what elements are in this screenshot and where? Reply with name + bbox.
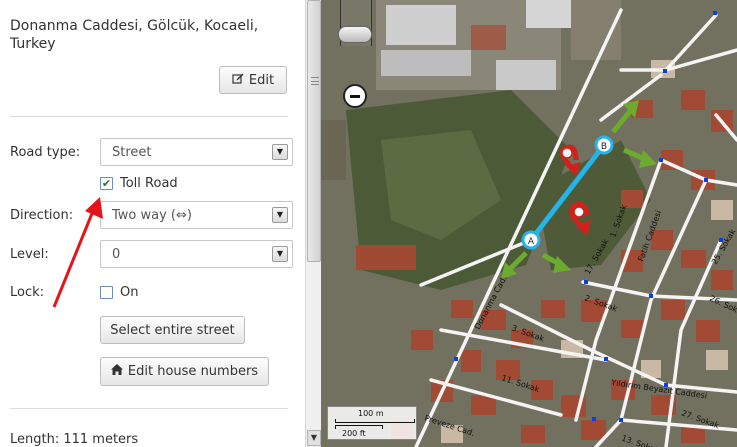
select-street-label: Select entire street (110, 322, 235, 338)
segment-edit-panel: Donanma Caddesi, Gölcük, Kocaeli, Turkey… (0, 0, 305, 447)
map-imagery: Donanma Cad. 2. Sokak 3. Sokak 1. Sokak … (321, 0, 737, 447)
scroll-down-arrow-icon[interactable]: ▼ (307, 430, 321, 446)
map-scale: 100 m 200 ft (327, 406, 417, 440)
road-type-label: Road type: (10, 145, 81, 160)
edit-address-button[interactable]: Edit (219, 66, 287, 94)
level-value: 0 (112, 247, 121, 262)
scale-metric: 100 m (358, 409, 384, 418)
scrollbar-thumb[interactable] (307, 0, 321, 262)
toll-road-label: Toll Road (120, 176, 178, 191)
pencil-icon (232, 72, 244, 88)
level-label: Level: (10, 247, 49, 262)
segment-length: Length: 111 meters (10, 432, 139, 447)
level-select[interactable]: 0 ▼ (100, 240, 293, 268)
road-type-value: Street (112, 145, 152, 160)
lock-label: Lock: (10, 285, 45, 300)
edit-house-numbers-button[interactable]: Edit house numbers (100, 357, 269, 386)
node-a-label: A (528, 237, 535, 247)
toll-road-checkbox[interactable]: ✔ (100, 177, 113, 190)
edit-house-numbers-label: Edit house numbers (127, 364, 259, 379)
road-type-select[interactable]: Street ▼ (100, 138, 293, 166)
scale-imperial: 200 ft (342, 429, 366, 438)
zoom-slider-handle[interactable] (338, 26, 372, 43)
panel-scrollbar[interactable]: ▼ (305, 0, 321, 447)
annotation-arrow-icon (52, 197, 103, 308)
satellite-map[interactable]: Donanma Cad. 2. Sokak 3. Sokak 1. Sokak … (321, 0, 737, 447)
select-entire-street-button[interactable]: Select entire street (100, 316, 245, 344)
direction-value: Two way (⇔) (112, 208, 192, 223)
direction-select[interactable]: Two way (⇔) ▼ (100, 201, 293, 229)
node-b-label: B (601, 142, 607, 152)
chevron-down-icon: ▼ (272, 246, 288, 262)
edit-label: Edit (248, 72, 275, 88)
chevron-down-icon: ▼ (272, 207, 288, 223)
zoom-out-button[interactable] (343, 84, 367, 108)
divider (10, 116, 288, 117)
segment-address: Donanma Caddesi, Gölcük, Kocaeli, Turkey (10, 18, 259, 52)
chevron-down-icon: ▼ (272, 144, 288, 160)
home-icon (110, 364, 123, 379)
divider (10, 408, 288, 409)
lock-on-label: On (120, 285, 139, 300)
